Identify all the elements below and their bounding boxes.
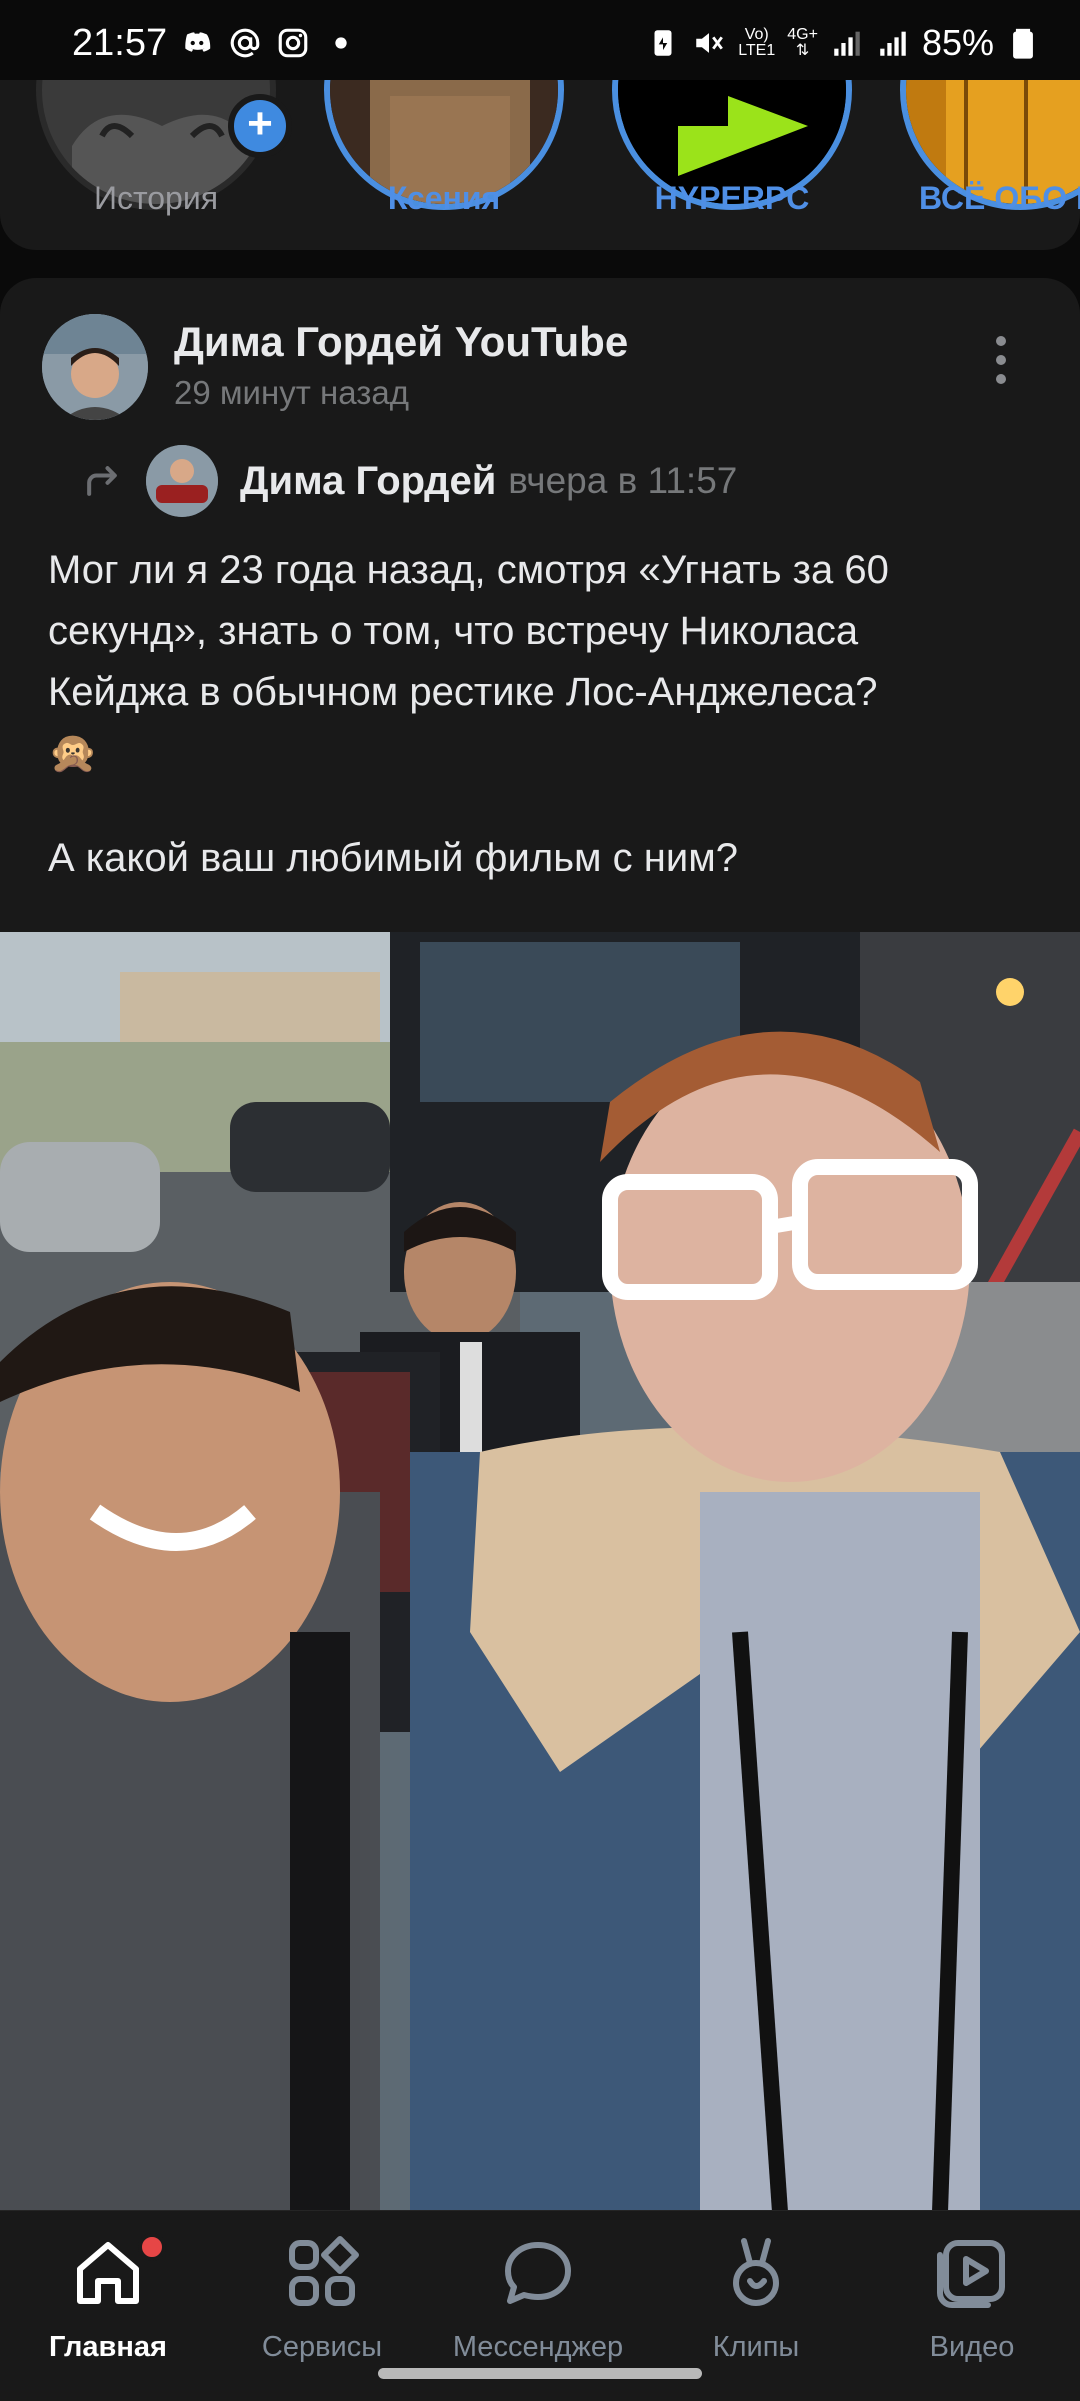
updown-arrows-icon: ⇅ bbox=[795, 42, 810, 59]
nav-services[interactable]: Сервисы bbox=[222, 2233, 422, 2364]
notification-icons bbox=[180, 26, 358, 60]
nav-label: Видео bbox=[929, 2331, 1015, 2363]
post-author-name[interactable]: Дима Гордей YouTube bbox=[174, 318, 628, 366]
at-icon bbox=[230, 28, 260, 58]
notification-dot bbox=[138, 2233, 166, 2261]
more-options-icon[interactable] bbox=[986, 336, 1016, 392]
battery-icon bbox=[1013, 28, 1033, 59]
net-type-label: 4G+ bbox=[787, 26, 818, 43]
post-text-line: Мог ли я 23 года назад, смотря «Угнать з… bbox=[48, 548, 889, 592]
volte-indicator: Vo) LTE1 bbox=[738, 27, 775, 59]
signal-1-icon bbox=[834, 31, 860, 56]
battery-percent: 85% bbox=[921, 22, 994, 63]
story-label: HYPERPC bbox=[654, 180, 810, 216]
system-indicators: Vo) LTE1 4G+ ⇅ 85% bbox=[646, 22, 1040, 64]
repost-author-name[interactable]: Дима Гордей bbox=[240, 459, 496, 504]
post-text: Мог ли я 23 года назад, смотря «Угнать з… bbox=[48, 540, 1038, 889]
post-photo-image bbox=[0, 932, 1080, 2212]
post-photo[interactable] bbox=[0, 932, 1080, 2212]
messenger-icon bbox=[505, 2242, 571, 2304]
nav-home[interactable]: Главная bbox=[8, 2233, 208, 2364]
story-label: ВСЁ ОБО ВС bbox=[919, 180, 1080, 216]
status-bar: 21:57 Vo) LTE1 4G+ ⇅ 85% bbox=[0, 0, 1080, 80]
clips-icon bbox=[733, 2238, 779, 2306]
nav-messenger[interactable]: Мессенджер bbox=[438, 2233, 638, 2364]
author-avatar[interactable] bbox=[42, 314, 148, 420]
repost-time: вчера в 11:57 bbox=[508, 460, 738, 501]
story-label: История bbox=[93, 180, 219, 216]
repost-header: Дима Гордей вчера в 11:57 bbox=[80, 445, 738, 517]
status-time: 21:57 bbox=[72, 22, 168, 64]
dot-icon bbox=[335, 37, 347, 49]
post-time: 29 минут назад bbox=[174, 374, 409, 411]
net-type-indicator: 4G+ ⇅ bbox=[787, 27, 818, 59]
repost-avatar-image bbox=[146, 445, 218, 517]
video-icon bbox=[937, 2240, 1005, 2308]
author-avatar-image bbox=[42, 314, 148, 420]
gesture-bar[interactable] bbox=[378, 2368, 702, 2379]
post-text-question: А какой ваш любимый фильм с ним? bbox=[48, 836, 738, 880]
repost-author-avatar[interactable] bbox=[146, 445, 218, 517]
home-icon bbox=[77, 2242, 139, 2304]
stories-strip: + История Ксения HYPERPC ВСЁ ОБО bbox=[0, 80, 1080, 250]
repost-arrow-icon bbox=[87, 466, 117, 496]
nav-label: Клипы bbox=[712, 2331, 800, 2363]
story-label: Ксения bbox=[387, 180, 501, 216]
discord-icon bbox=[185, 32, 211, 52]
instagram-icon bbox=[278, 28, 308, 58]
nav-label: Мессенджер bbox=[452, 2331, 624, 2363]
post-text-line: секунд», знать о том, что встречу Никола… bbox=[48, 609, 859, 653]
battery-saver-icon bbox=[654, 30, 672, 56]
nav-label: Главная bbox=[49, 2331, 167, 2363]
services-icon bbox=[289, 2236, 359, 2306]
post-text-line: Кейджа в обычном рестике Лос-Анджелеса? bbox=[48, 670, 878, 714]
post-card: Дима Гордей YouTube 29 минут назад Дима … bbox=[0, 278, 1080, 2278]
nav-video[interactable]: Видео bbox=[872, 2233, 1072, 2364]
post-text-emoji: 🙊 bbox=[48, 731, 98, 775]
volte-bottom: LTE1 bbox=[738, 42, 776, 59]
add-story-button[interactable]: + bbox=[228, 94, 292, 158]
nav-clips[interactable]: Клипы bbox=[656, 2233, 856, 2364]
signal-2-icon bbox=[880, 31, 906, 56]
volte-top: Vo) bbox=[744, 26, 769, 43]
mute-icon bbox=[696, 33, 724, 53]
nav-label: Сервисы bbox=[261, 2331, 383, 2363]
